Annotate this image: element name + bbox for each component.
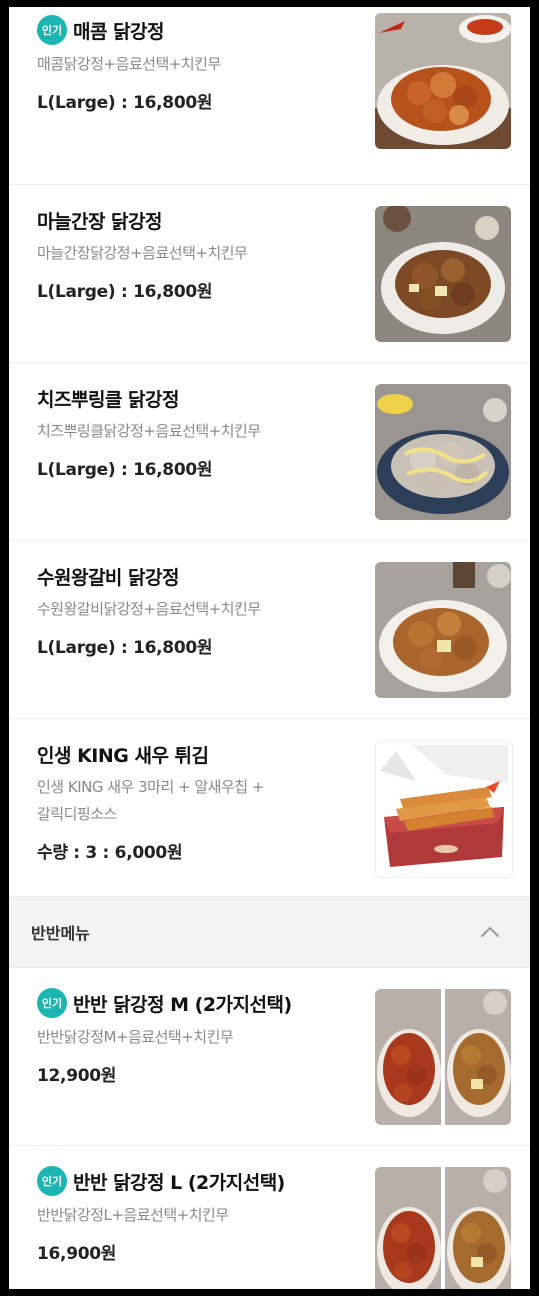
menu-item-half-m[interactable]: 인기 반반 닭강정 M (2가지선택) 반반닭강정M+음료선택+치킨무 12,9… [9, 968, 530, 1146]
menu-price: L(Large) : 16,800원 [37, 282, 213, 302]
section-header-half-menu[interactable]: 반반메뉴 [9, 897, 530, 968]
title-row: 마늘간장 닭강정 [37, 207, 370, 234]
menu-description: 수원왕갈비닭강정+음료선택+치킨무 [37, 600, 261, 618]
menu-title: 마늘간장 닭강정 [37, 211, 162, 233]
menu-item-text: 수원왕갈비 닭강정 수원왕갈비닭강정+음료선택+치킨무 L(Large) : 1… [37, 563, 370, 658]
menu-item-cheese[interactable]: 치즈뿌링클 닭강정 치즈뿌링클닭강정+음료선택+치킨무 L(Large) : 1… [9, 363, 530, 541]
menu-description-line-1: 인생 KING 새우 3마리 + 알새우칩 + [37, 778, 264, 796]
title-row: 인기 반반 닭강정 L (2가지선택) [37, 1166, 370, 1196]
menu-item-garlic-soy[interactable]: 마늘간장 닭강정 마늘간장닭강정+음료선택+치킨무 L(Large) : 16,… [9, 185, 530, 363]
menu-price: 12,900원 [37, 1066, 117, 1086]
menu-description-line-2: 갈릭디핑소스 [37, 805, 117, 823]
section-title: 반반메뉴 [31, 924, 90, 943]
food-photo-half-half-chicken [375, 989, 511, 1125]
chevron-up-icon[interactable] [478, 920, 502, 944]
menu-description: 반반닭강정L+음료선택+치킨무 [37, 1206, 229, 1224]
popular-badge: 인기 [37, 1166, 67, 1196]
menu-item-king-shrimp[interactable]: 인생 KING 새우 튀김 인생 KING 새우 3마리 + 알새우칩 + 갈릭… [9, 719, 530, 897]
menu-title: 치즈뿌링클 닭강정 [37, 389, 179, 411]
title-row: 인생 KING 새우 튀김 [37, 741, 370, 768]
menu-title: 인생 KING 새우 튀김 [37, 745, 209, 767]
menu-description: 반반닭강정M+음료선택+치킨무 [37, 1028, 234, 1046]
title-row: 치즈뿌링클 닭강정 [37, 385, 370, 412]
popular-badge: 인기 [37, 988, 67, 1018]
menu-item-text: 치즈뿌링클 닭강정 치즈뿌링클닭강정+음료선택+치킨무 L(Large) : 1… [37, 385, 370, 480]
menu-description: 매콤닭강정+음료선택+치킨무 [37, 55, 221, 73]
food-photo-garlic-soy-chicken [375, 206, 511, 342]
menu-price: L(Large) : 16,800원 [37, 93, 213, 113]
menu-description: 치즈뿌링클닭강정+음료선택+치킨무 [37, 422, 261, 440]
menu-title: 수원왕갈비 닭강정 [37, 567, 179, 589]
menu-item-half-l[interactable]: 인기 반반 닭강정 L (2가지선택) 반반닭강정L+음료선택+치킨무 16,9… [9, 1146, 530, 1289]
menu-title: 반반 닭강정 L (2가지선택) [73, 1171, 285, 1194]
food-photo-galbi-chicken [375, 562, 511, 698]
food-photo-cheese-chicken [375, 384, 511, 520]
title-row: 인기 매콤 닭강정 [37, 15, 370, 45]
menu-price: L(Large) : 16,800원 [37, 638, 213, 658]
popular-badge: 인기 [37, 15, 67, 45]
menu-description: 마늘간장닭강정+음료선택+치킨무 [37, 244, 248, 262]
title-row: 수원왕갈비 닭강정 [37, 563, 370, 590]
title-row: 인기 반반 닭강정 M (2가지선택) [37, 988, 370, 1018]
menu-item-text: 인기 매콤 닭강정 매콤닭강정+음료선택+치킨무 L(Large) : 16,8… [37, 15, 370, 113]
menu-list: 인기 매콤 닭강정 매콤닭강정+음료선택+치킨무 L(Large) : 16,8… [9, 7, 530, 1289]
menu-price: 16,900원 [37, 1244, 117, 1264]
food-photo-half-half-chicken [375, 1167, 511, 1289]
menu-item-text: 인생 KING 새우 튀김 인생 KING 새우 3마리 + 알새우칩 + 갈릭… [37, 741, 370, 863]
menu-price: 수량 : 3 : 6,000원 [37, 843, 183, 863]
food-photo-fried-shrimp-box [375, 740, 513, 878]
menu-title: 반반 닭강정 M (2가지선택) [73, 993, 292, 1016]
menu-item-text: 인기 반반 닭강정 M (2가지선택) 반반닭강정M+음료선택+치킨무 12,9… [37, 988, 370, 1086]
food-photo-spicy-chicken [375, 13, 511, 149]
menu-title: 매콤 닭강정 [73, 20, 165, 43]
menu-item-text: 마늘간장 닭강정 마늘간장닭강정+음료선택+치킨무 L(Large) : 16,… [37, 207, 370, 302]
menu-item-galbi[interactable]: 수원왕갈비 닭강정 수원왕갈비닭강정+음료선택+치킨무 L(Large) : 1… [9, 541, 530, 719]
menu-price: L(Large) : 16,800원 [37, 460, 213, 480]
menu-item-spicy[interactable]: 인기 매콤 닭강정 매콤닭강정+음료선택+치킨무 L(Large) : 16,8… [9, 7, 530, 185]
menu-item-text: 인기 반반 닭강정 L (2가지선택) 반반닭강정L+음료선택+치킨무 16,9… [37, 1166, 370, 1264]
